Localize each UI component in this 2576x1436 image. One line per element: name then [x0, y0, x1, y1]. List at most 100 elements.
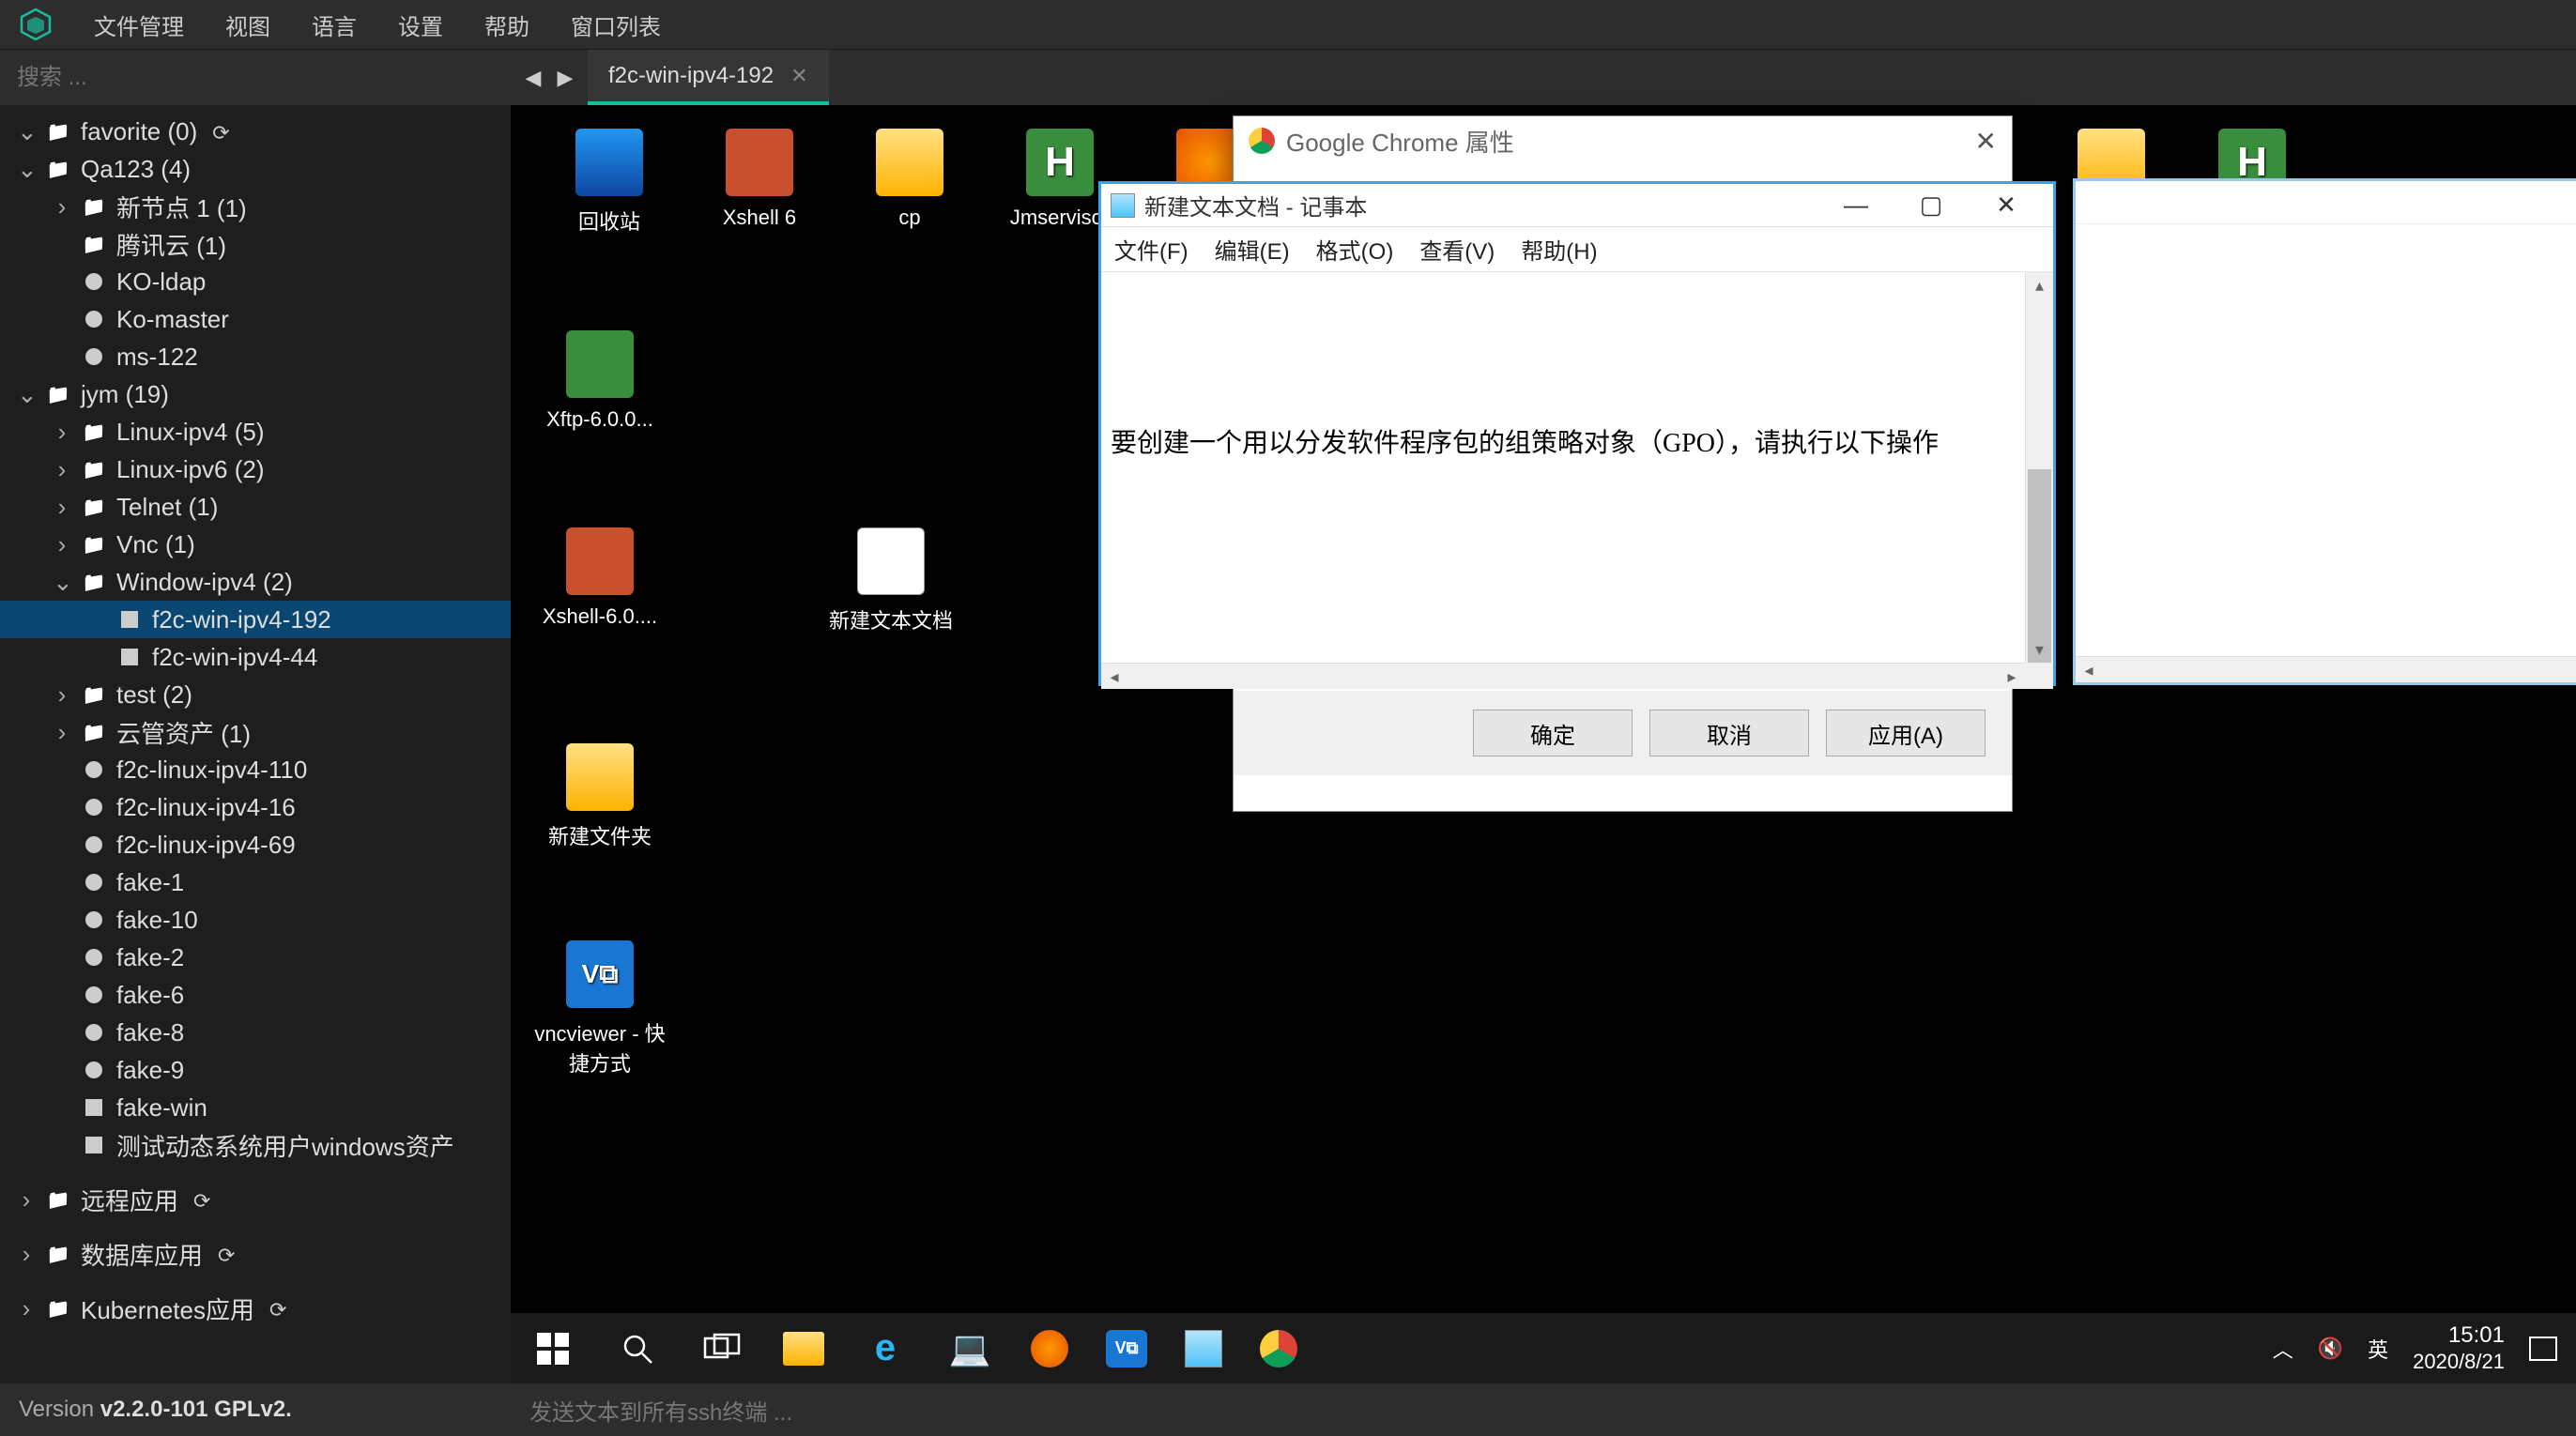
np-menu-view[interactable]: 查看(V)	[1419, 233, 1495, 266]
notepad-taskbar-icon[interactable]	[1185, 1330, 1222, 1367]
tree-item[interactable]: ⌄Window-ipv4 (2)	[0, 563, 511, 601]
taskbar-clock[interactable]: 15:01 2020/8/21	[2413, 1322, 2505, 1374]
desktop-icon[interactable]: Xshell 6	[689, 129, 830, 230]
desktop-icon-label: cp	[839, 206, 980, 230]
tree-item[interactable]: ›Telnet (1)	[0, 488, 511, 526]
tab-close-icon[interactable]: ✕	[790, 64, 807, 88]
ok-button[interactable]: 确定	[1473, 710, 1633, 756]
apply-button[interactable]: 应用(A)	[1826, 710, 1986, 756]
tree-item[interactable]: ›数据库应用	[0, 1235, 511, 1273]
desktop-icon[interactable]: Xftp-6.0.0...	[529, 330, 670, 432]
cancel-button[interactable]: 取消	[1649, 710, 1809, 756]
blank-titlebar[interactable]: — ▢ ✕	[2076, 181, 2576, 224]
notepad-max-icon[interactable]: ▢	[1894, 185, 1969, 226]
caret-icon: ⌄	[53, 568, 71, 597]
desktop-icon[interactable]: 新建文本文档	[820, 527, 961, 634]
tree-item[interactable]: f2c-linux-ipv4-110	[0, 751, 511, 788]
blank-window: — ▢ ✕ ▴ ▾ ◂ ▸	[2073, 178, 2576, 685]
status-hint: 发送文本到所有ssh终端 ...	[511, 1394, 811, 1427]
ime-indicator[interactable]: 英	[2368, 1334, 2388, 1364]
notepad-min-icon[interactable]: —	[1818, 185, 1894, 226]
tab-prev-icon[interactable]: ◀	[520, 65, 546, 91]
scroll-down-icon[interactable]: ▾	[2026, 636, 2053, 663]
notepad-titlebar[interactable]: 新建文本文档 - 记事本 — ▢ ✕	[1101, 184, 2053, 227]
tree-item[interactable]: ⌄favorite (0)	[0, 113, 511, 150]
tree-item[interactable]: 腾讯云 (1)	[0, 225, 511, 263]
scroll-left-icon[interactable]: ◂	[2076, 657, 2102, 683]
tree-item[interactable]: fake-8	[0, 1014, 511, 1051]
tree-item[interactable]: 测试动态系统用户windows资产	[0, 1126, 511, 1164]
folder-icon	[81, 496, 107, 519]
chrome-taskbar-icon[interactable]	[1260, 1330, 1297, 1367]
tree-item[interactable]: KO-ldap	[0, 263, 511, 300]
desktop-icon[interactable]: Xshell-6.0....	[529, 527, 670, 629]
prop-titlebar[interactable]: Google Chrome 属性 ✕	[1234, 116, 2012, 165]
refresh-icon[interactable]	[212, 1240, 235, 1269]
tree-item[interactable]: fake-1	[0, 863, 511, 901]
tree-item[interactable]: f2c-linux-ipv4-69	[0, 826, 511, 863]
menu-file[interactable]: 文件管理	[94, 8, 184, 41]
caret-icon: ⌄	[17, 380, 36, 409]
desktop-icon[interactable]: V⧉vncviewer - 快捷方式	[529, 940, 670, 1077]
np-menu-file[interactable]: 文件(F)	[1114, 233, 1188, 266]
tray-chevron-icon[interactable]: ︿	[2273, 1334, 2293, 1364]
tree-item[interactable]: ms-122	[0, 338, 511, 375]
tree-item[interactable]: fake-2	[0, 939, 511, 976]
firefox-icon[interactable]	[1031, 1330, 1068, 1367]
tree-item[interactable]: ›远程应用	[0, 1181, 511, 1218]
desktop-icon[interactable]: 回收站	[539, 129, 680, 236]
resize-handle-icon[interactable]	[2025, 663, 2053, 689]
tree-item[interactable]: ›Vnc (1)	[0, 526, 511, 563]
notepad-vscrollbar[interactable]: ▴ ▾	[2025, 272, 2053, 663]
tree-item[interactable]: ›Kubernetes应用	[0, 1290, 511, 1327]
menu-window-list[interactable]: 窗口列表	[571, 8, 661, 41]
tree-item[interactable]: f2c-win-ipv4-44	[0, 638, 511, 676]
taskview-icon[interactable]	[698, 1325, 745, 1372]
scroll-up-icon[interactable]: ▴	[2026, 272, 2053, 298]
desktop-icon[interactable]: cp	[839, 129, 980, 230]
tree-item[interactable]: ›云管资产 (1)	[0, 713, 511, 751]
np-menu-help[interactable]: 帮助(H)	[1521, 233, 1597, 266]
notepad-hscrollbar[interactable]: ◂ ▸	[1101, 663, 2025, 689]
tab-next-icon[interactable]: ▶	[552, 65, 578, 91]
menu-view[interactable]: 视图	[225, 8, 270, 41]
device-icon[interactable]: 💻	[946, 1325, 993, 1372]
notepad-text-area[interactable]: 要创建一个用以分发软件程序包的组策略对象（GPO），请执行以下操作	[1111, 272, 2016, 663]
tree-item[interactable]: fake-9	[0, 1051, 511, 1089]
refresh-icon[interactable]	[264, 1294, 286, 1323]
taskbar-search-icon[interactable]	[614, 1325, 661, 1372]
tree-item[interactable]: ›Linux-ipv4 (5)	[0, 413, 511, 451]
notification-icon[interactable]	[2529, 1337, 2557, 1361]
menu-lang[interactable]: 语言	[312, 8, 357, 41]
tree-item[interactable]: ›新节点 1 (1)	[0, 188, 511, 225]
scroll-right-icon[interactable]: ▸	[1999, 664, 2025, 690]
tree-item[interactable]: ⌄Qa123 (4)	[0, 150, 511, 188]
np-menu-edit[interactable]: 编辑(E)	[1215, 233, 1290, 266]
notepad-close-icon[interactable]: ✕	[1969, 185, 2044, 226]
menu-help[interactable]: 帮助	[484, 8, 529, 41]
volume-icon[interactable]: 🔇	[2318, 1337, 2343, 1361]
tree-item[interactable]: fake-10	[0, 901, 511, 939]
tree-item[interactable]: ›Linux-ipv6 (2)	[0, 451, 511, 488]
refresh-icon[interactable]	[188, 1185, 210, 1214]
file-explorer-icon[interactable]	[783, 1332, 824, 1366]
vnc-icon[interactable]: V⧉	[1106, 1330, 1147, 1367]
np-menu-format[interactable]: 格式(O)	[1316, 233, 1394, 266]
tree-item[interactable]: f2c-win-ipv4-192	[0, 601, 511, 638]
tree-item[interactable]: Ko-master	[0, 300, 511, 338]
desktop-icon[interactable]: 新建文件夹	[529, 743, 670, 850]
tree-item[interactable]: ›test (2)	[0, 676, 511, 713]
tree-item[interactable]: fake-win	[0, 1089, 511, 1126]
tree-item[interactable]: fake-6	[0, 976, 511, 1014]
scroll-left-icon[interactable]: ◂	[1101, 664, 1127, 690]
start-button-icon[interactable]	[529, 1325, 576, 1372]
ie-icon[interactable]: e	[862, 1325, 909, 1372]
tree-item[interactable]: ⌄jym (19)	[0, 375, 511, 413]
menu-settings[interactable]: 设置	[398, 8, 443, 41]
tree-item[interactable]: f2c-linux-ipv4-16	[0, 788, 511, 826]
blank-hscrollbar[interactable]: ◂ ▸	[2076, 656, 2576, 682]
refresh-icon[interactable]	[207, 117, 229, 146]
search-input[interactable]	[17, 65, 494, 91]
tab-active[interactable]: f2c-win-ipv4-192 ✕	[588, 50, 829, 105]
prop-close-icon[interactable]: ✕	[1975, 126, 1997, 157]
